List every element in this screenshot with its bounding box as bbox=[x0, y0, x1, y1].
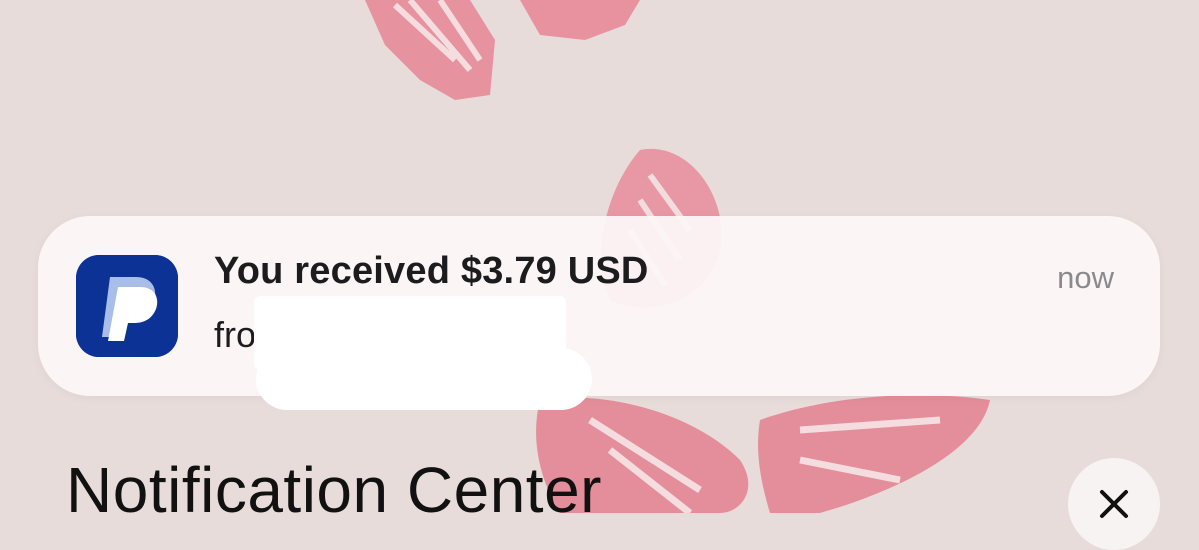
paypal-icon[interactable] bbox=[76, 255, 178, 357]
butterfly-decoration bbox=[536, 395, 990, 513]
notification-banner[interactable]: You received $3.79 USD now from bbox=[38, 216, 1160, 396]
butterfly-decoration bbox=[365, 0, 640, 100]
close-icon bbox=[1100, 490, 1128, 518]
redaction-mark bbox=[256, 348, 592, 410]
notification-title: You received $3.79 USD bbox=[214, 250, 649, 292]
close-button[interactable] bbox=[1068, 458, 1160, 550]
notification-time: now bbox=[1057, 260, 1114, 295]
notification-center-title: Notification Center bbox=[66, 454, 602, 526]
